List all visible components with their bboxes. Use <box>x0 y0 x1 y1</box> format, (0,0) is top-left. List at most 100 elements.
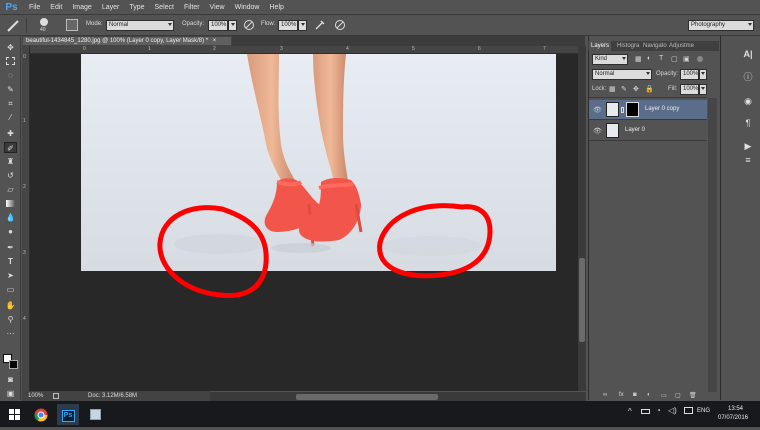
menu-file[interactable]: File <box>24 0 45 15</box>
menu-image[interactable]: Image <box>67 0 96 15</box>
lock-move-icon[interactable]: ✥ <box>633 85 639 93</box>
document-tab[interactable]: beautiful-1434845_1280.jpg @ 100% (Layer… <box>22 36 232 46</box>
background-color-swatch[interactable] <box>9 360 18 369</box>
filter-toggle-icon[interactable] <box>697 56 703 62</box>
eyedropper-tool-icon[interactable]: ⁄ <box>4 112 17 123</box>
paragraph-panel-icon[interactable]: ¶ <box>741 117 755 129</box>
zoom-tool-icon[interactable]: ⚲ <box>4 314 17 325</box>
menu-edit[interactable]: Edit <box>45 0 67 15</box>
screen-mode-icon[interactable]: ▣ <box>4 388 17 399</box>
layer-name[interactable]: Layer 0 copy <box>645 106 679 112</box>
zoom-level[interactable]: 100% <box>28 391 43 401</box>
tab-histogram[interactable]: Histogra <box>615 41 641 51</box>
character-panel-icon[interactable]: A| <box>741 48 755 60</box>
marquee-tool-icon[interactable] <box>4 56 17 67</box>
crop-tool-icon[interactable]: ⌗ <box>4 98 17 109</box>
new-layer-icon[interactable]: ▢ <box>675 392 681 399</box>
quick-mask-icon[interactable]: ◙ <box>4 374 17 385</box>
adjustments-panel-icon[interactable]: ◉ <box>741 95 755 107</box>
horizontal-scroll-thumb[interactable] <box>296 394 438 400</box>
network-icon[interactable]: ◔ <box>656 406 661 415</box>
menu-help[interactable]: Help <box>265 0 289 15</box>
path-selection-tool-icon[interactable]: ➤ <box>4 270 17 281</box>
healing-brush-tool-icon[interactable]: ✚ <box>4 128 17 139</box>
extra-tools-icon[interactable]: ⋯ <box>4 328 17 339</box>
airbrush-icon[interactable] <box>314 19 326 31</box>
menu-type[interactable]: Type <box>124 0 149 15</box>
document-size[interactable]: Doc: 3.12M/6.58M <box>88 391 137 401</box>
trash-icon[interactable]: 🗑 <box>689 392 697 399</box>
action-center-icon[interactable] <box>684 407 693 414</box>
fill-field[interactable]: 100% <box>680 84 699 95</box>
flow-field[interactable]: 100% <box>278 20 298 31</box>
actions-panel-icon[interactable]: ≡ <box>741 154 755 166</box>
eye-icon[interactable]: 👁 <box>593 106 602 114</box>
add-mask-icon[interactable]: ◙ <box>633 392 637 398</box>
tab-navigator[interactable]: Navigato <box>641 41 669 51</box>
pressure-opacity-icon[interactable] <box>243 19 255 31</box>
link-icon[interactable] <box>621 107 624 113</box>
menu-window[interactable]: Window <box>230 0 265 15</box>
fill-dropdown[interactable] <box>699 84 707 95</box>
tab-adjustments[interactable]: Adjustme <box>667 41 696 51</box>
workspace-select[interactable]: Photography <box>688 20 754 31</box>
layer-filter-kind[interactable]: Kind <box>592 54 628 65</box>
layer-opacity-dropdown[interactable] <box>699 69 707 80</box>
link-layers-icon[interactable]: ∞ <box>603 392 607 398</box>
fx-icon[interactable]: fx <box>619 392 624 398</box>
brush-size-picker[interactable]: 40 <box>36 17 56 34</box>
rectangle-tool-icon[interactable]: ▭ <box>4 284 17 295</box>
filter-pixel-icon[interactable]: ▦ <box>635 55 642 63</box>
photoshop-taskbar-icon[interactable]: Ps <box>57 404 79 425</box>
layers-scrollbar[interactable] <box>708 98 717 392</box>
layer-row-layer-0-copy[interactable]: 👁 Layer 0 copy <box>589 100 707 120</box>
lasso-tool-icon[interactable]: ◌ <box>4 70 17 81</box>
flow-dropdown[interactable] <box>298 20 307 31</box>
file-explorer-icon[interactable] <box>84 404 106 425</box>
lock-paint-icon[interactable]: ✎ <box>621 85 627 93</box>
status-menu-icon[interactable] <box>53 393 59 399</box>
new-group-icon[interactable]: ▭ <box>661 392 667 399</box>
menu-layer[interactable]: Layer <box>97 0 125 15</box>
dodge-tool-icon[interactable]: ● <box>4 226 17 237</box>
adjustment-layer-icon[interactable]: ◐ <box>647 392 651 398</box>
history-panel-icon[interactable]: ▶ <box>741 140 755 152</box>
menu-view[interactable]: View <box>205 0 230 15</box>
history-brush-tool-icon[interactable]: ↺ <box>4 170 17 181</box>
lock-pixels-icon[interactable]: ▦ <box>609 85 616 93</box>
layer-opacity-field[interactable]: 100% <box>680 69 699 80</box>
close-tab-icon[interactable]: × <box>213 38 217 44</box>
hand-tool-icon[interactable]: ✋ <box>4 300 17 311</box>
menu-filter[interactable]: Filter <box>179 0 205 15</box>
tab-layers[interactable]: Layers <box>589 41 612 51</box>
blend-mode-select[interactable]: Normal <box>592 69 652 80</box>
eraser-tool-icon[interactable]: ▱ <box>4 184 17 195</box>
clock-time[interactable]: 13:54 <box>728 406 743 412</box>
quick-select-tool-icon[interactable]: ✎ <box>4 84 17 95</box>
brush-tool-icon[interactable]: ✐ <box>4 142 17 153</box>
brush-panel-icon[interactable] <box>66 19 78 31</box>
tray-chevron-icon[interactable]: ^ <box>628 407 632 416</box>
windows-start-icon[interactable] <box>4 404 26 425</box>
pressure-size-icon[interactable] <box>334 19 346 31</box>
clock-date[interactable]: 07/07/2016 <box>718 415 748 421</box>
eye-icon[interactable]: 👁 <box>593 127 602 135</box>
type-tool-icon[interactable]: T <box>4 256 17 267</box>
chrome-icon[interactable] <box>30 404 52 425</box>
language-indicator[interactable]: ENG <box>697 408 710 414</box>
info-panel-icon[interactable]: ⓘ <box>741 71 755 83</box>
blur-tool-icon[interactable]: 💧 <box>4 212 17 223</box>
layer-mask-thumbnail[interactable] <box>626 102 639 117</box>
gradient-tool-icon[interactable] <box>4 198 17 209</box>
filter-shape-icon[interactable]: ▢ <box>671 55 678 63</box>
filter-adjust-icon[interactable]: ◐ <box>647 55 651 62</box>
filter-type-icon[interactable]: T <box>659 55 663 62</box>
pen-tool-icon[interactable]: ✒ <box>4 242 17 253</box>
lock-all-icon[interactable]: 🔒 <box>645 85 654 93</box>
move-tool-icon[interactable]: ✥ <box>4 42 17 53</box>
brush-tool-preset-icon[interactable] <box>6 18 22 32</box>
mode-select[interactable]: Normal <box>106 20 174 31</box>
layer-name[interactable]: Layer 0 <box>625 127 645 133</box>
opacity-dropdown[interactable] <box>228 20 237 31</box>
filter-smart-icon[interactable]: ▣ <box>683 55 690 63</box>
